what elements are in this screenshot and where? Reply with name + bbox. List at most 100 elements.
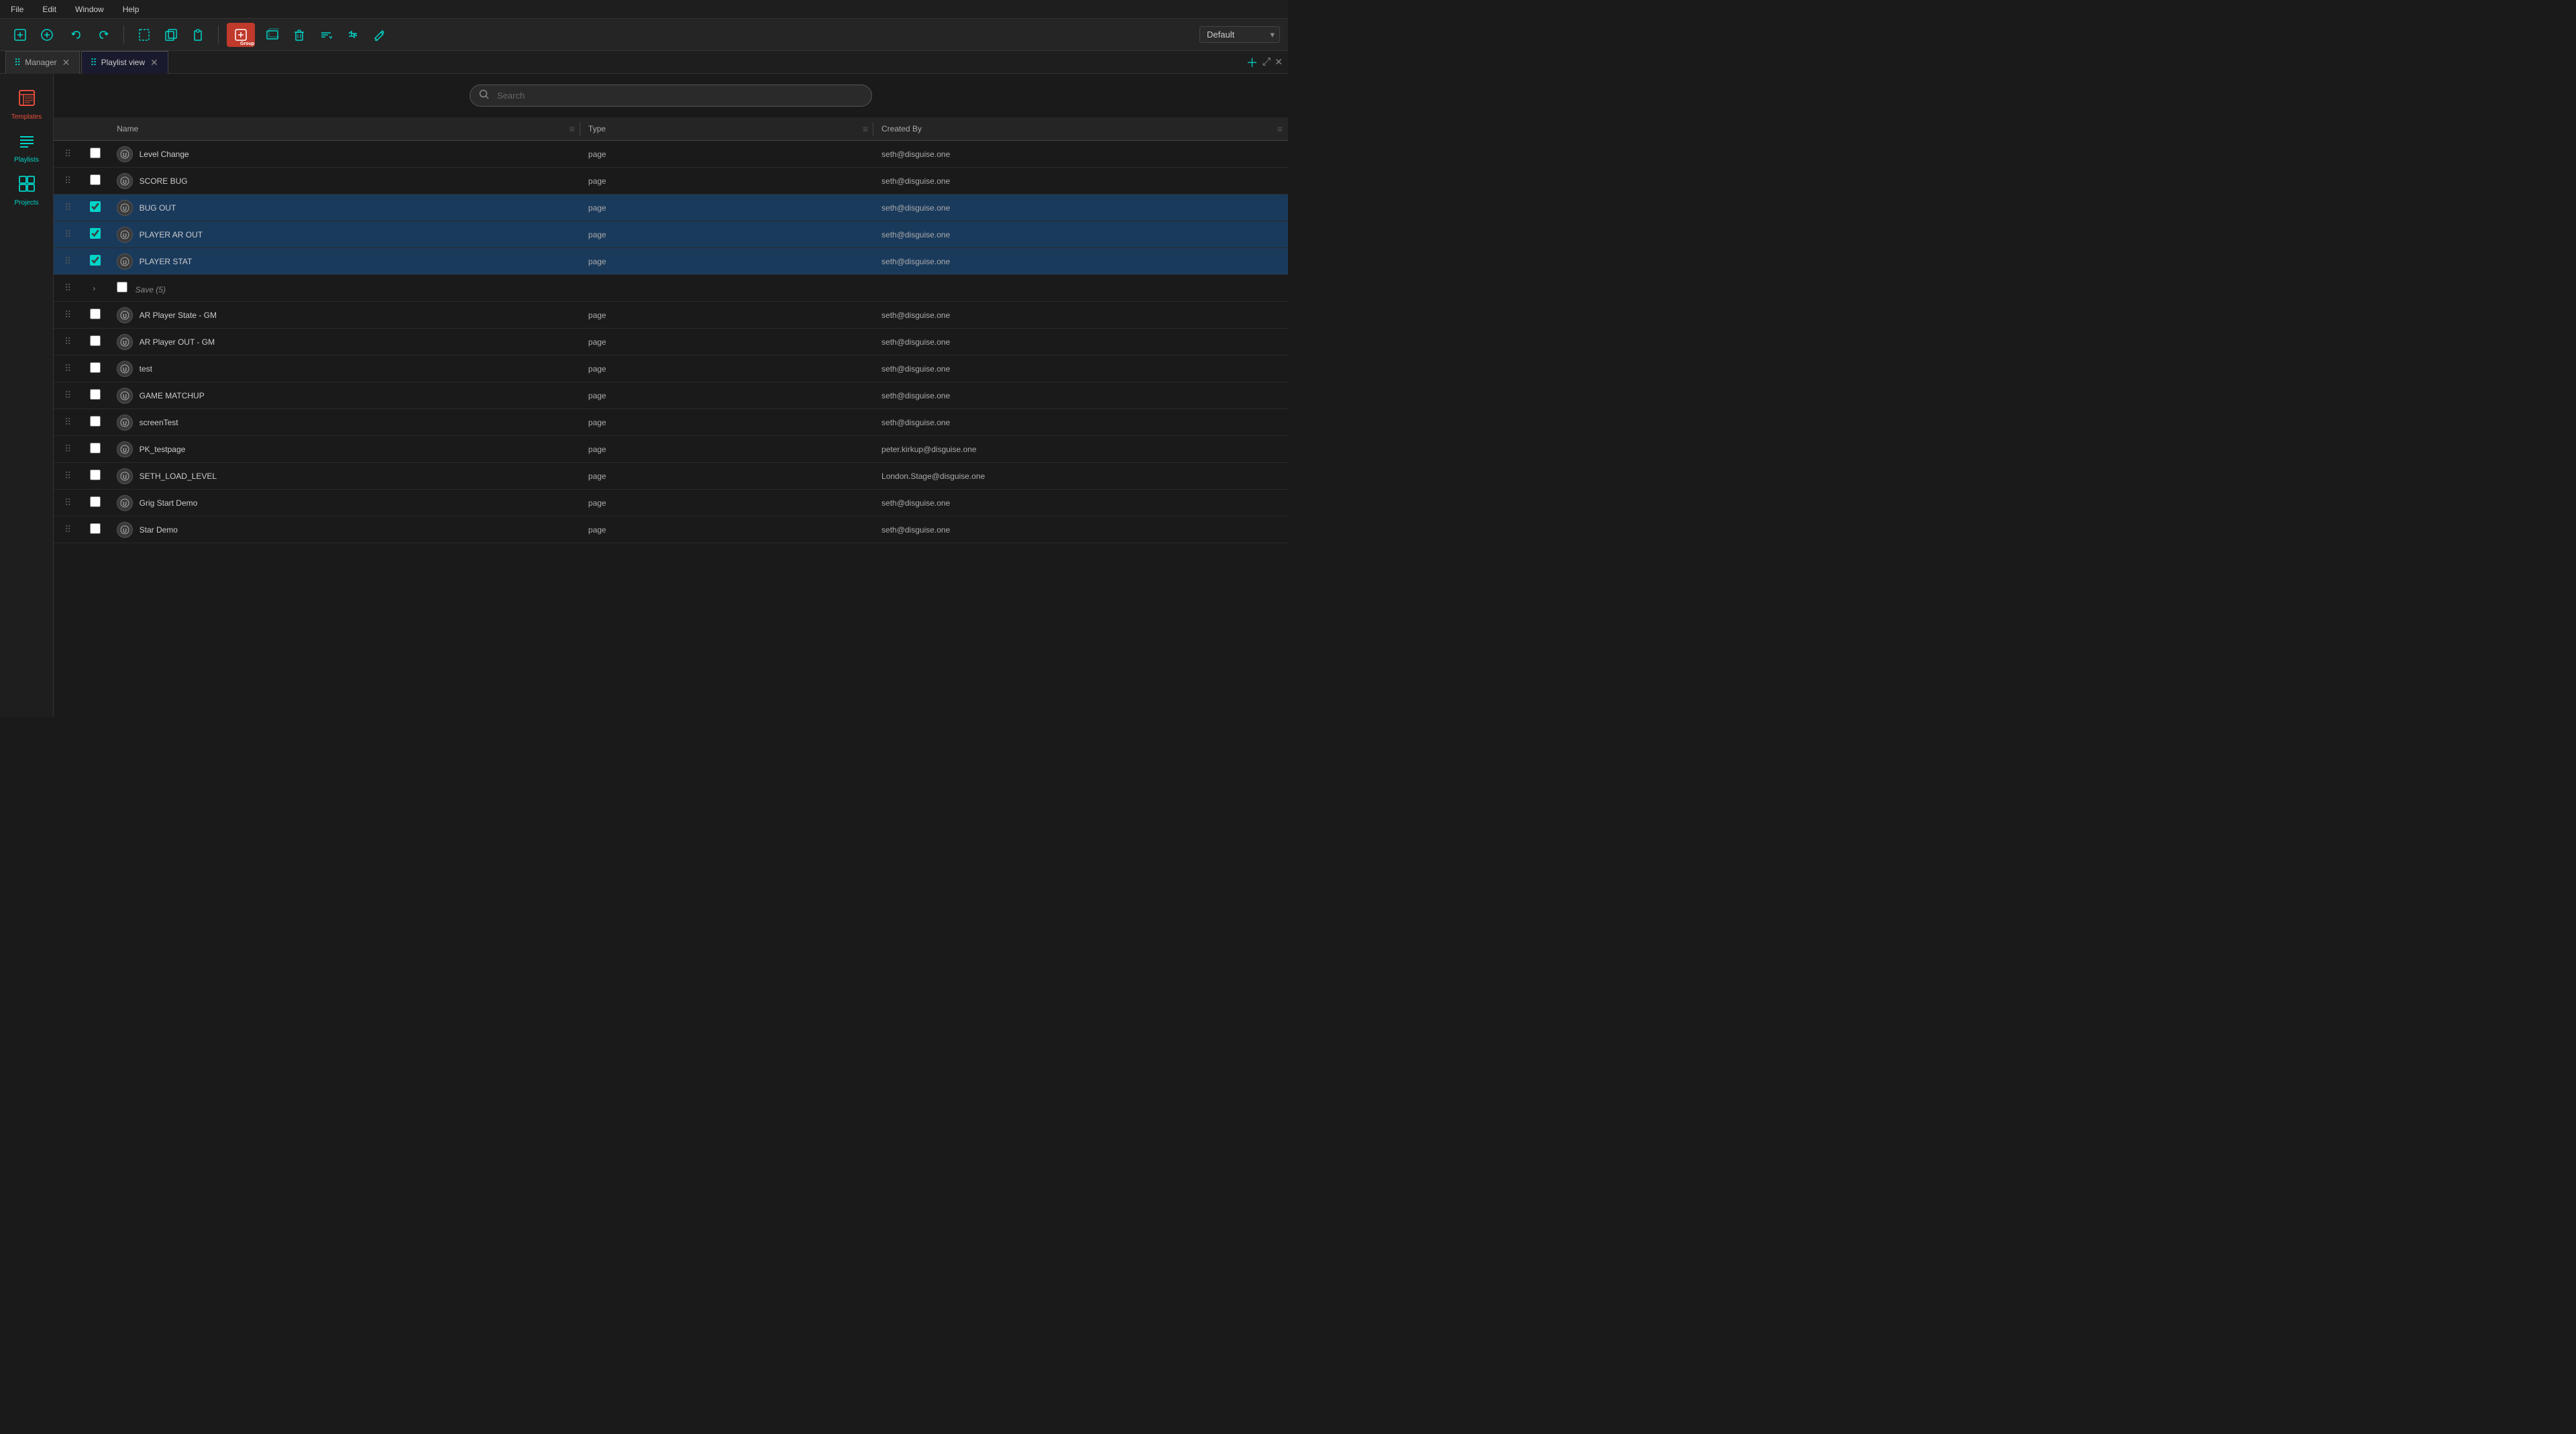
default-dropdown-wrapper[interactable]: Default — [1199, 26, 1280, 43]
tab-add-icon[interactable]: ＋ — [1246, 54, 1258, 71]
created-col-menu[interactable]: ≡ — [1277, 123, 1283, 134]
drag-handle-icon[interactable]: ⠿ — [62, 470, 74, 481]
table-row: ⠿ U AR Player OUT - GM page seth@disguis… — [54, 329, 1288, 355]
row-checkbox[interactable] — [90, 228, 101, 239]
swap-button[interactable] — [341, 23, 365, 47]
row-name: Grig Start Demo — [140, 498, 198, 508]
row-type-cell: page — [580, 516, 873, 543]
row-type-cell: page — [580, 248, 873, 275]
templates-icon — [18, 89, 36, 111]
row-name-cell: U SCORE BUG — [109, 168, 580, 195]
group-label: Group — [240, 42, 254, 46]
type-col-menu[interactable]: ≡ — [863, 123, 868, 134]
undo-button[interactable] — [64, 23, 89, 47]
drag-handle-icon[interactable]: ⠿ — [62, 390, 74, 400]
row-check-cell — [82, 302, 109, 329]
row-checkbox[interactable] — [90, 255, 101, 266]
row-drag: ⠿ — [54, 248, 82, 275]
row-name-cell: U GAME MATCHUP — [109, 382, 580, 409]
content-area: Name ≡ Type ≡ Created By ≡ — [54, 74, 1288, 717]
name-col-menu[interactable]: ≡ — [570, 123, 575, 134]
drag-handle-icon[interactable]: ⠿ — [62, 229, 74, 239]
col-type: Type ≡ — [580, 117, 873, 141]
search-container — [470, 85, 872, 107]
new-tab-button[interactable] — [8, 23, 32, 47]
row-checkbox[interactable] — [90, 443, 101, 453]
row-drag: ⠿ — [54, 221, 82, 248]
row-name-cell: U PLAYER AR OUT — [109, 221, 580, 248]
row-check-cell — [82, 141, 109, 168]
table-row: ⠿ U AR Player State - GM page seth@disgu… — [54, 302, 1288, 329]
row-checkbox[interactable] — [117, 282, 127, 292]
search-input[interactable] — [470, 85, 872, 107]
pencil-button[interactable] — [368, 23, 392, 47]
drag-handle-icon[interactable]: ⠿ — [62, 417, 74, 427]
tab-expand-icon[interactable]: ⤢ — [1262, 56, 1271, 68]
drag-handle-icon[interactable]: ⠿ — [62, 497, 74, 508]
drag-handle-icon[interactable]: ⠿ — [62, 443, 74, 454]
sidebar-item-templates[interactable]: Templates — [3, 85, 51, 125]
menu-help[interactable]: Help — [119, 3, 144, 15]
drag-handle-icon[interactable]: ⠿ — [62, 336, 74, 347]
expand-icon[interactable]: › — [90, 282, 98, 294]
row-expand: › — [82, 275, 109, 302]
table-row: ⠿ U test page seth@disguise.one — [54, 355, 1288, 382]
row-icon: U — [117, 146, 133, 162]
sidebar-item-playlists[interactable]: Playlists — [3, 127, 51, 168]
row-icon: U — [117, 415, 133, 431]
svg-text:U: U — [123, 447, 127, 453]
duplicate-button[interactable] — [159, 23, 183, 47]
playlists-icon — [18, 132, 36, 154]
clipboard-button[interactable] — [186, 23, 210, 47]
sidebar-item-projects[interactable]: Projects — [3, 170, 51, 211]
tab-manager[interactable]: ⠿ Manager ✕ — [5, 51, 80, 74]
sort-button[interactable] — [314, 23, 338, 47]
drag-handle-icon[interactable]: ⠿ — [62, 282, 74, 293]
row-name: Star Demo — [140, 525, 178, 535]
tab-manager-label: Manager — [25, 58, 56, 67]
tab-playlist-view[interactable]: ⠿ Playlist view ✕ — [81, 51, 168, 74]
row-checkbox[interactable] — [90, 470, 101, 480]
row-created-cell: seth@disguise.one — [873, 141, 1288, 168]
delete-button[interactable] — [287, 23, 311, 47]
row-checkbox[interactable] — [90, 335, 101, 346]
row-checkbox[interactable] — [90, 389, 101, 400]
svg-text:U: U — [123, 313, 127, 319]
drag-handle-icon[interactable]: ⠿ — [62, 202, 74, 213]
drag-handle-icon[interactable]: ⠿ — [62, 175, 74, 186]
menu-file[interactable]: File — [7, 3, 28, 15]
row-icon: U — [117, 441, 133, 457]
drag-handle-icon[interactable]: ⠿ — [62, 309, 74, 320]
menu-window[interactable]: Window — [71, 3, 108, 15]
row-name: SETH_LOAD_LEVEL — [140, 472, 217, 481]
row-checkbox[interactable] — [90, 201, 101, 212]
default-dropdown[interactable]: Default — [1199, 26, 1280, 43]
copy-all-button[interactable] — [260, 23, 284, 47]
row-name-cell: U PLAYER STAT — [109, 248, 580, 275]
row-checkbox[interactable] — [90, 416, 101, 427]
row-created-cell: seth@disguise.one — [873, 329, 1288, 355]
drag-handle-icon[interactable]: ⠿ — [62, 256, 74, 266]
drag-handle-icon[interactable]: ⠿ — [62, 524, 74, 535]
drag-handle-icon[interactable]: ⠿ — [62, 363, 74, 374]
row-drag: ⠿ — [54, 490, 82, 516]
tab-playlist-close[interactable]: ✕ — [149, 57, 160, 68]
row-checkbox[interactable] — [90, 523, 101, 534]
tab-manager-close[interactable]: ✕ — [61, 57, 72, 68]
svg-text:U: U — [123, 233, 127, 239]
row-checkbox[interactable] — [90, 362, 101, 373]
col-drag — [54, 117, 82, 141]
row-checkbox[interactable] — [90, 309, 101, 319]
tab-close-all-icon[interactable]: ✕ — [1275, 56, 1283, 68]
menu-edit[interactable]: Edit — [38, 3, 60, 15]
toolbar-sep-2 — [218, 25, 219, 44]
new-page-button[interactable] — [132, 23, 156, 47]
add-button[interactable] — [35, 23, 59, 47]
group-button[interactable]: Group — [227, 23, 255, 47]
drag-handle-icon[interactable]: ⠿ — [62, 148, 74, 159]
row-checkbox[interactable] — [90, 496, 101, 507]
row-checkbox[interactable] — [90, 148, 101, 158]
redo-button[interactable] — [91, 23, 115, 47]
table-row: ⠿ U PK_testpage page peter.kirkup@disgui… — [54, 436, 1288, 463]
row-checkbox[interactable] — [90, 174, 101, 185]
